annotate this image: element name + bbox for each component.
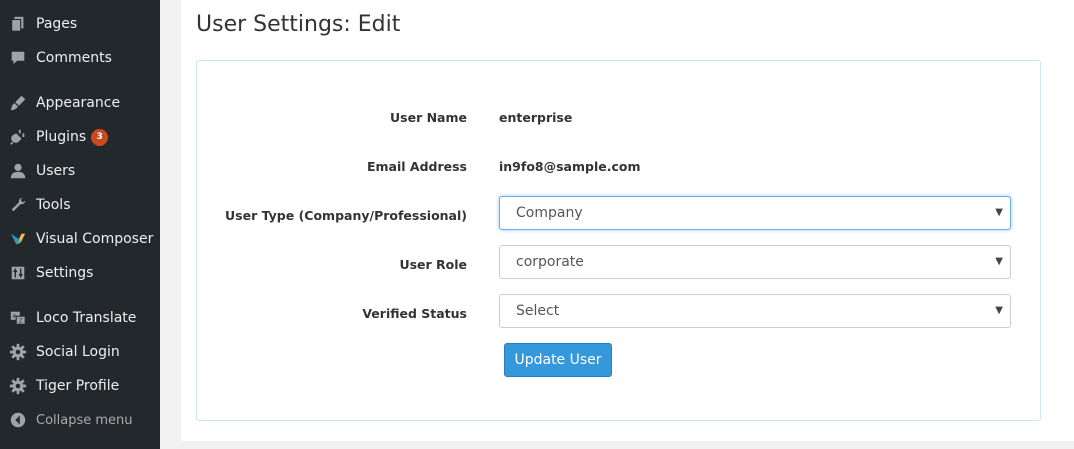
sidebar-item-users[interactable]: Users xyxy=(0,154,160,188)
update-user-button[interactable]: Update User xyxy=(504,343,612,377)
collapse-arrow-icon xyxy=(0,411,36,429)
appearance-icon xyxy=(0,94,36,112)
page-title: User Settings: Edit xyxy=(196,12,401,37)
sidebar-item-settings[interactable]: Settings xyxy=(0,256,160,290)
chevron-down-icon: ▼ xyxy=(995,305,1003,316)
gear-icon xyxy=(0,343,36,361)
sidebar-item-label: Visual Composer xyxy=(36,231,154,247)
svg-text:A: A xyxy=(13,314,17,320)
sidebar-item-appearance[interactable]: Appearance xyxy=(0,86,160,120)
user-name-label: User Name xyxy=(390,110,467,125)
user-role-selected-value: corporate xyxy=(516,254,584,270)
user-type-selected-value: Company xyxy=(516,205,583,221)
sidebar-item-tools[interactable]: Tools xyxy=(0,188,160,222)
verified-status-select[interactable]: Select ▼ xyxy=(499,294,1011,328)
main-content: User Settings: Edit User Name enterprise… xyxy=(181,0,1074,441)
sidebar-item-comments[interactable]: Comments xyxy=(0,41,160,75)
sidebar-item-label: Pages xyxy=(36,16,78,32)
sidebar-item-label: Tools xyxy=(36,197,71,213)
user-type-select[interactable]: Company ▼ xyxy=(499,196,1011,230)
pages-icon xyxy=(0,15,36,33)
tools-icon xyxy=(0,196,36,214)
plugins-icon xyxy=(0,128,36,146)
sidebar-item-loco-translate[interactable]: AZ Loco Translate xyxy=(0,301,160,335)
admin-sidebar: Pages Comments Appearance Plugins 3 User… xyxy=(0,0,160,449)
sidebar-item-social-login[interactable]: Social Login xyxy=(0,335,160,369)
user-role-select[interactable]: corporate ▼ xyxy=(499,245,1011,279)
sidebar-item-label: Settings xyxy=(36,265,94,281)
gear-icon xyxy=(0,377,36,395)
sidebar-item-plugins[interactable]: Plugins 3 xyxy=(0,120,160,154)
collapse-menu-label: Collapse menu xyxy=(36,412,133,428)
chevron-down-icon: ▼ xyxy=(995,207,1003,218)
chevron-down-icon: ▼ xyxy=(995,256,1003,267)
user-name-value: enterprise xyxy=(499,110,573,125)
visual-composer-icon xyxy=(0,230,36,248)
svg-text:Z: Z xyxy=(19,319,23,325)
comments-icon xyxy=(0,49,36,67)
sidebar-item-label: Plugins xyxy=(36,129,87,145)
collapse-menu-button[interactable]: Collapse menu xyxy=(0,403,160,437)
sidebar-item-visual-composer[interactable]: Visual Composer xyxy=(0,222,160,256)
sidebar-item-label: Appearance xyxy=(36,95,121,111)
settings-icon xyxy=(0,264,36,282)
user-settings-form: User Name enterprise Email Address in9fo… xyxy=(196,60,1041,421)
sidebar-item-pages[interactable]: Pages xyxy=(0,7,160,41)
plugins-update-badge: 3 xyxy=(91,128,109,146)
verified-status-selected-value: Select xyxy=(516,303,560,319)
user-type-label: User Type (Company/Professional) xyxy=(225,208,467,223)
sidebar-item-label: Users xyxy=(36,163,76,179)
users-icon xyxy=(0,162,36,180)
email-value: in9fo8@sample.com xyxy=(499,159,641,174)
sidebar-item-label: Comments xyxy=(36,50,112,66)
translate-icon: AZ xyxy=(0,309,36,327)
sidebar-item-label: Loco Translate xyxy=(36,310,137,326)
sidebar-item-label: Tiger Profile xyxy=(36,378,120,394)
user-role-label: User Role xyxy=(399,257,467,272)
email-label: Email Address xyxy=(366,159,467,174)
sidebar-item-tiger-profile[interactable]: Tiger Profile xyxy=(0,369,160,403)
sidebar-item-label: Social Login xyxy=(36,344,120,360)
verified-status-label: Verified Status xyxy=(362,306,467,321)
